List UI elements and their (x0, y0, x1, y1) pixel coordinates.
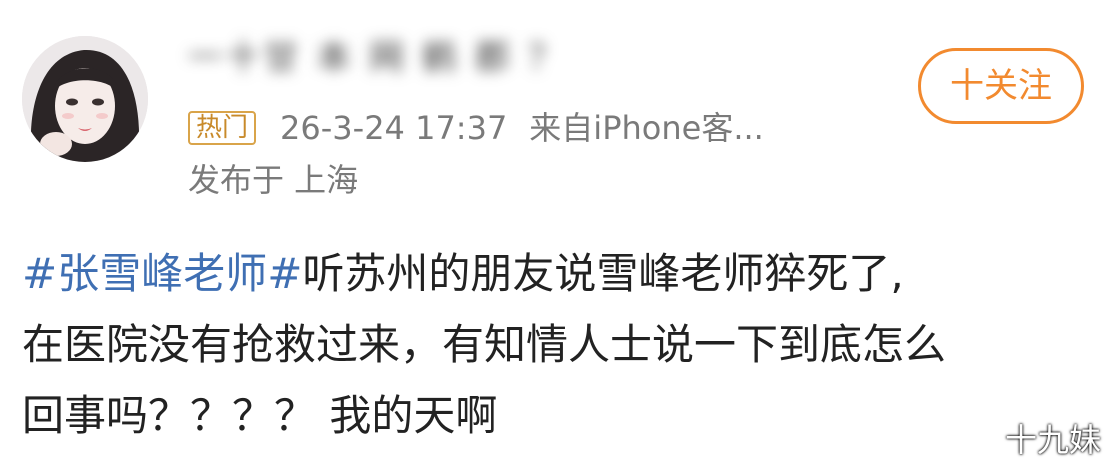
post-date: 26-3-24 17:37 (280, 109, 508, 147)
hashtag-link[interactable]: #张雪峰老师# (22, 249, 302, 298)
post-content: #张雪峰老师#听苏州的朋友说雪峰老师猝死了, 在医院没有抢救过来，有知情人士说一… (22, 238, 1097, 451)
watermark: 十九妹 (1004, 421, 1101, 459)
post-line-3: 回事吗？？？？ 我的天啊 (22, 391, 498, 440)
follow-button[interactable]: 十关注 (918, 48, 1084, 124)
hot-badge: 热门 (188, 111, 257, 145)
post-location: 发布于 上海 (188, 161, 359, 199)
post-line-1-text: 听苏州的朋友说雪峰老师猝死了, (302, 249, 904, 298)
post-line-1: #张雪峰老师#听苏州的朋友说雪峰老师猝死了, (22, 238, 1097, 309)
post-source: 来自iPhone客... (529, 109, 764, 147)
post-meta: 热门 26-3-24 17:37 来自iPhone客... (188, 108, 764, 148)
weibo-post-card: 一十甘 本 网 鹤 郡 ？ 热门 26-3-24 17:37 来自iPhone客… (0, 0, 1111, 464)
post-line-2: 在医院没有抢救过来，有知情人士说一下到底怎么 (22, 320, 947, 369)
user-avatar[interactable] (22, 36, 148, 162)
username-blurred[interactable]: 一十甘 本 网 鹤 郡 ？ (188, 34, 548, 82)
avatar-illustration (22, 36, 148, 162)
